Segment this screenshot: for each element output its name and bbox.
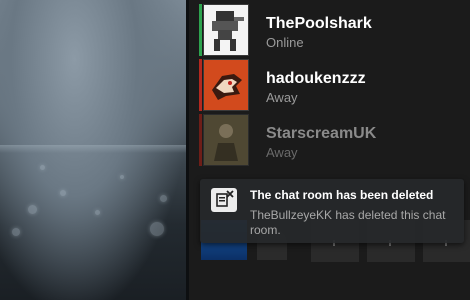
rain-drop (160, 195, 167, 202)
friend-item[interactable]: hadoukenzzz Away (199, 59, 459, 111)
avatar (203, 114, 249, 166)
horizon-glow (0, 145, 186, 153)
away-status-indicator (199, 59, 202, 111)
dragon-avatar-icon (204, 60, 248, 110)
rain-drop (28, 205, 37, 214)
avatar (203, 4, 249, 56)
avatar (203, 59, 249, 111)
online-status-indicator (199, 4, 202, 56)
friend-item[interactable]: ThePoolshark Online (199, 4, 459, 56)
rain-drop (150, 222, 164, 236)
notification-toast[interactable]: The chat room has been deleted TheBullze… (200, 179, 464, 243)
rain-drop (12, 228, 20, 236)
friend-name: StarscreamUK (266, 125, 377, 142)
rain-drop (95, 210, 100, 215)
figure-avatar-icon (204, 115, 248, 165)
rain-drop (120, 175, 124, 179)
notification-title: The chat room has been deleted (250, 188, 434, 202)
notification-body: TheBullzeyeKK has deleted this chat room… (250, 208, 446, 237)
friend-name: hadoukenzzz (266, 70, 366, 87)
chat-deleted-icon (211, 188, 237, 212)
rain-drop (60, 190, 66, 196)
friend-status: Away (266, 145, 298, 160)
friend-item[interactable]: StarscreamUK Away (199, 114, 459, 166)
away-status-indicator (199, 114, 202, 166)
robot-avatar-icon (212, 11, 244, 51)
friend-name: ThePoolshark (266, 15, 372, 32)
friend-status: Away (266, 90, 298, 105)
rain-drop (40, 165, 45, 170)
background-wallpaper (0, 0, 186, 300)
friend-status: Online (266, 35, 304, 50)
